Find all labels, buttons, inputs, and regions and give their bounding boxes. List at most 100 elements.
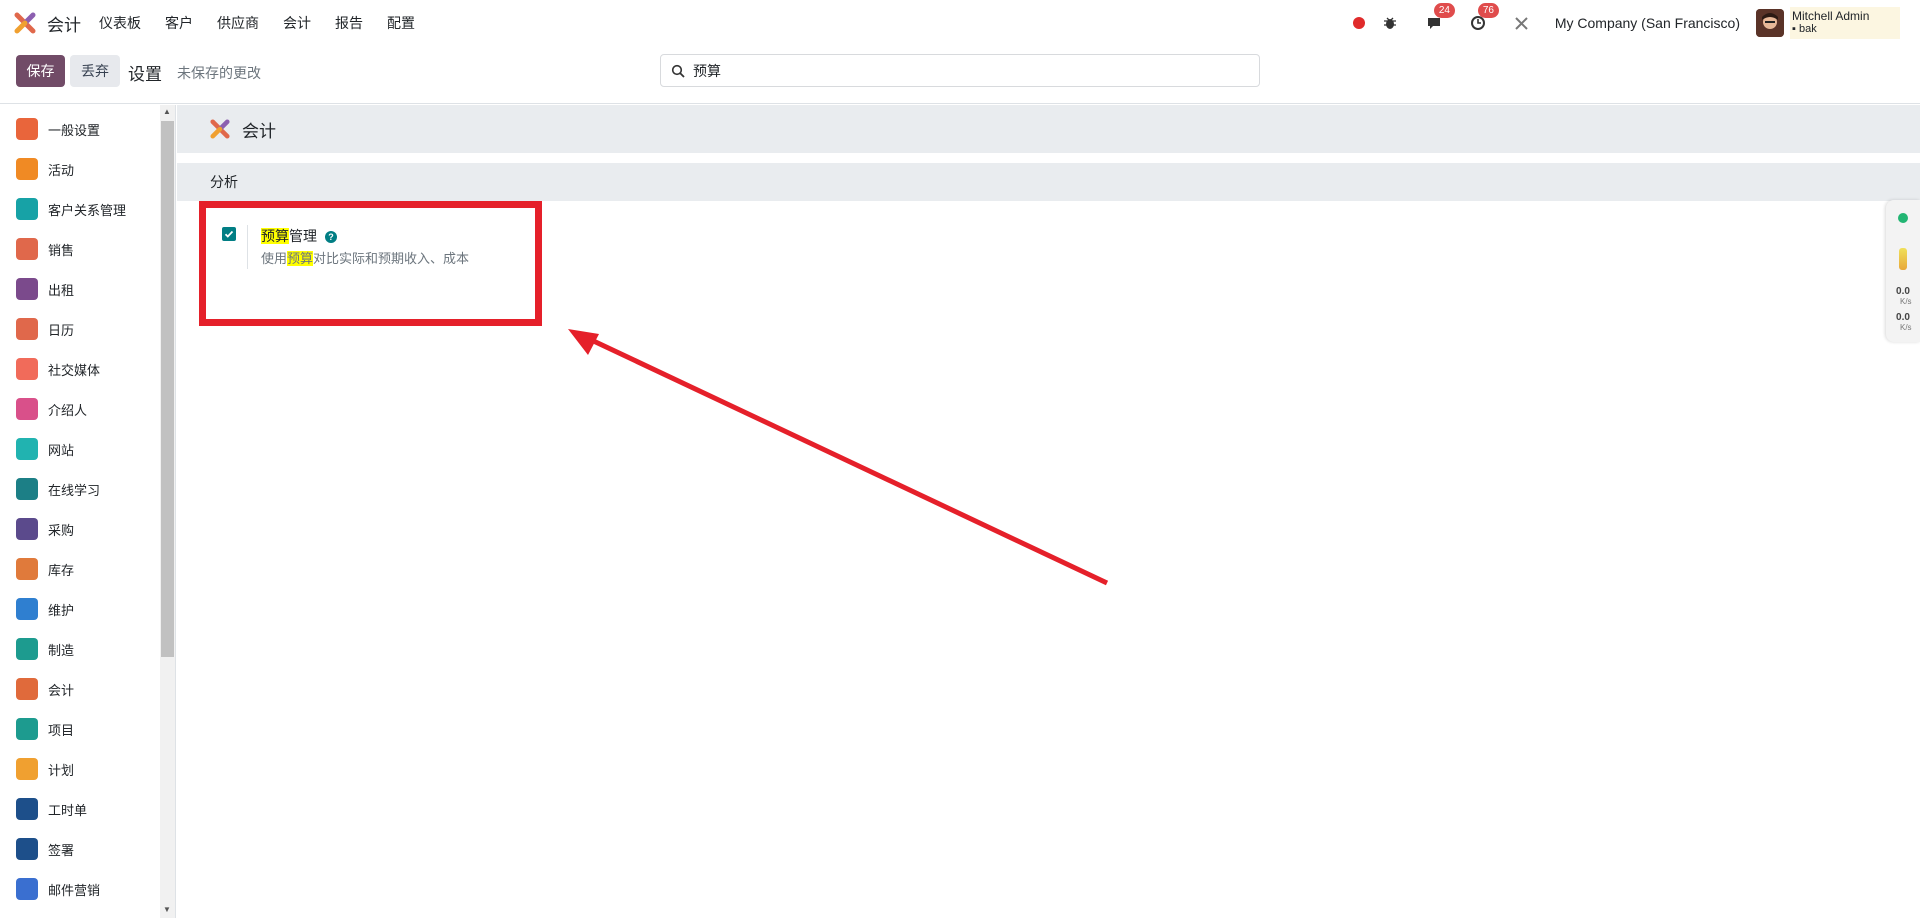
sidebar-item-label: 介绍人: [48, 402, 88, 418]
sidebar-item-label: 签署: [48, 842, 75, 858]
bug-icon[interactable]: [1379, 12, 1401, 34]
app-icon: [16, 318, 38, 340]
menu-accounting[interactable]: 会计: [283, 13, 311, 33]
activity-badge: 76: [1477, 3, 1499, 18]
sidebar-item-label: 一般设置: [48, 122, 101, 138]
sidebar-item-label: 活动: [48, 162, 75, 178]
app-icon: [16, 438, 38, 460]
user-avatar[interactable]: [1756, 9, 1784, 37]
sidebar-item-label: 维护: [48, 602, 75, 618]
sidebar-item-label: 在线学习: [48, 482, 101, 498]
sidebar-item[interactable]: 采购: [0, 509, 160, 549]
top-navbar: 会计 仪表板 客户 供应商 会计 报告 配置 24 76 My Company …: [0, 0, 1920, 46]
app-icon: [16, 358, 38, 380]
upload-speed: 0.0: [1896, 286, 1910, 297]
sidebar-item[interactable]: 库存: [0, 549, 160, 589]
sidebar-item-label: 邮件营销: [48, 882, 101, 898]
app-icon: [16, 838, 38, 860]
database-icon: ▪: [1792, 23, 1799, 35]
sidebar-item-label: 出租: [48, 282, 75, 298]
search-input[interactable]: [693, 62, 1233, 79]
sidebar-item-label: 采购: [48, 522, 75, 538]
menu-customers[interactable]: 客户: [165, 13, 193, 33]
sidebar-item-label: 计划: [48, 762, 75, 778]
sidebar-item[interactable]: 项目: [0, 709, 160, 749]
scroll-up-icon[interactable]: ▲: [163, 107, 171, 116]
sidebar-item[interactable]: 一般设置: [0, 109, 160, 149]
sidebar-item[interactable]: 计划: [0, 749, 160, 789]
section-header-analytics: 分析: [177, 163, 1920, 201]
app-icon: [16, 158, 38, 180]
app-settings-header: 会计: [177, 105, 1920, 153]
sidebar-item[interactable]: 制造: [0, 629, 160, 669]
app-icon: [16, 638, 38, 660]
control-panel: 保存 丢弃 设置 未保存的更改: [0, 46, 1920, 104]
sidebar-item[interactable]: 会计: [0, 669, 160, 709]
app-icon: [16, 718, 38, 740]
sidebar-item[interactable]: 销售: [0, 229, 160, 269]
database-name: ▪ bak: [1792, 23, 1817, 35]
sidebar-item[interactable]: 邮件营销: [0, 869, 160, 909]
activity-clock-icon[interactable]: 76: [1467, 3, 1499, 34]
app-icon: [16, 118, 38, 140]
menu-dashboard[interactable]: 仪表板: [99, 13, 141, 33]
sidebar-item[interactable]: 维护: [0, 589, 160, 629]
section-title: 分析: [210, 174, 238, 190]
sidebar-item[interactable]: 在线学习: [0, 469, 160, 509]
user-name: Mitchell Admin: [1792, 9, 1870, 23]
sidebar-item[interactable]: 签署: [0, 829, 160, 869]
app-icon: [16, 758, 38, 780]
sidebar-item[interactable]: 出租: [0, 269, 160, 309]
settings-sidebar: 一般设置活动客户关系管理 销售出租日历社交媒体介绍人网站在线学习采购库存维护制造会…: [0, 105, 176, 918]
save-button[interactable]: 保存: [16, 55, 65, 87]
company-switcher[interactable]: My Company (San Francisco): [1555, 15, 1740, 31]
sidebar-item[interactable]: 活动: [0, 149, 160, 189]
app-settings-title: 会计: [242, 121, 276, 141]
unsaved-changes-label: 未保存的更改: [177, 65, 261, 81]
app-icon: [16, 878, 38, 900]
annotation-highlight-box: [199, 201, 542, 326]
accounting-app-icon: [210, 119, 230, 139]
menu-reporting[interactable]: 报告: [335, 13, 363, 33]
network-speed-widget[interactable]: 0.0 K/s 0.0 K/s: [1886, 200, 1920, 342]
scroll-down-icon[interactable]: ▼: [163, 905, 171, 914]
main-menu: 仪表板 客户 供应商 会计 报告 配置: [99, 13, 439, 33]
status-dot-icon: [1898, 213, 1908, 223]
download-unit: K/s: [1900, 323, 1912, 332]
user-menu[interactable]: Mitchell Admin ▪ bak: [1790, 7, 1900, 39]
app-icon: [16, 798, 38, 820]
sidebar-item-label: 库存: [48, 562, 75, 578]
settings-search-box[interactable]: [660, 54, 1260, 87]
sidebar-item-label: 工时单: [48, 802, 88, 818]
sidebar-item-label: 制造: [48, 642, 75, 658]
sidebar-item[interactable]: 介绍人: [0, 389, 160, 429]
sidebar-item-label: 会计: [48, 682, 75, 698]
sidebar-item-label: 网站: [48, 442, 75, 458]
sidebar-item-label: 日历: [48, 322, 75, 338]
app-name[interactable]: 会计: [47, 11, 81, 36]
chat-icon[interactable]: 24: [1423, 3, 1455, 34]
menu-configuration[interactable]: 配置: [387, 13, 415, 33]
recording-indicator-icon[interactable]: [1352, 17, 1365, 29]
sidebar-item-label: 客户关系管理: [48, 202, 127, 218]
sidebar-item[interactable]: 网站: [0, 429, 160, 469]
app-icon: [16, 198, 38, 220]
sidebar-item[interactable]: 工时单: [0, 789, 160, 829]
page-title: 设置: [128, 65, 162, 84]
sidebar-item[interactable]: 日历: [0, 309, 160, 349]
sidebar-scrollbar-thumb[interactable]: [161, 121, 174, 657]
menu-vendors[interactable]: 供应商: [217, 13, 259, 33]
app-icon: [16, 598, 38, 620]
app-icon: [16, 478, 38, 500]
sidebar-item-label: 销售: [48, 242, 75, 258]
app-icon: [16, 238, 38, 260]
app-icon: [16, 518, 38, 540]
tools-icon[interactable]: [1511, 12, 1533, 34]
upload-unit: K/s: [1900, 297, 1912, 306]
app-icon: [16, 398, 38, 420]
sidebar-item[interactable]: 社交媒体: [0, 349, 160, 389]
sidebar-item[interactable]: 客户关系管理: [0, 189, 160, 229]
discard-button[interactable]: 丢弃: [70, 55, 120, 87]
download-speed: 0.0: [1896, 312, 1910, 323]
accounting-logo-icon[interactable]: [14, 12, 36, 34]
